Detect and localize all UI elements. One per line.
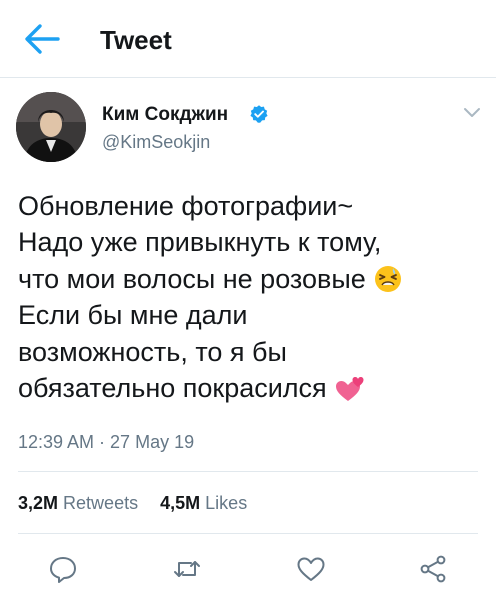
avatar-image [16,92,86,162]
engagement-stats: 3,2M Retweets 4,5M Likes [18,493,247,514]
reply-icon[interactable] [48,554,78,584]
tweet-line: что мои волосы не розовые [18,261,484,297]
action-bar [0,548,496,588]
tired-face-emoji [374,265,401,292]
verified-badge-icon [250,105,268,123]
page-title: Tweet [100,25,172,55]
top-bar: Tweet [0,0,496,78]
chevron-down-icon[interactable] [462,106,482,120]
tweet-line: обязательно покрасился [18,370,484,406]
arrow-left-icon [25,24,60,54]
retweets-stat[interactable]: 3,2M Retweets [18,493,138,513]
user-handle[interactable]: @KimSeokjin [102,132,210,153]
tweet-text: Обновление фотографии~ Надо уже привыкну… [18,188,484,406]
tweet-header: Ким Сокджин @KimSeokjin [0,92,496,172]
tweet-line: Надо уже привыкнуть к тому, [18,227,382,258]
tweet-line: возможность, то я бы [18,336,287,367]
display-name[interactable]: Ким Сокджин [102,104,228,126]
tweet-line: Обновление фотографии~ [18,191,354,221]
avatar[interactable] [16,92,86,162]
tweet-timestamp: 12:39 AM · 27 May 19 [18,432,195,452]
share-icon[interactable] [418,554,448,584]
back-button[interactable] [22,22,62,56]
two-hearts-emoji [335,377,364,402]
likes-stat[interactable]: 4,5M Likes [160,493,247,513]
divider [18,533,478,534]
divider [18,471,478,472]
retweet-icon[interactable] [172,554,202,584]
tweet-line: Если бы мне дали [18,300,248,331]
like-icon[interactable] [296,554,326,584]
